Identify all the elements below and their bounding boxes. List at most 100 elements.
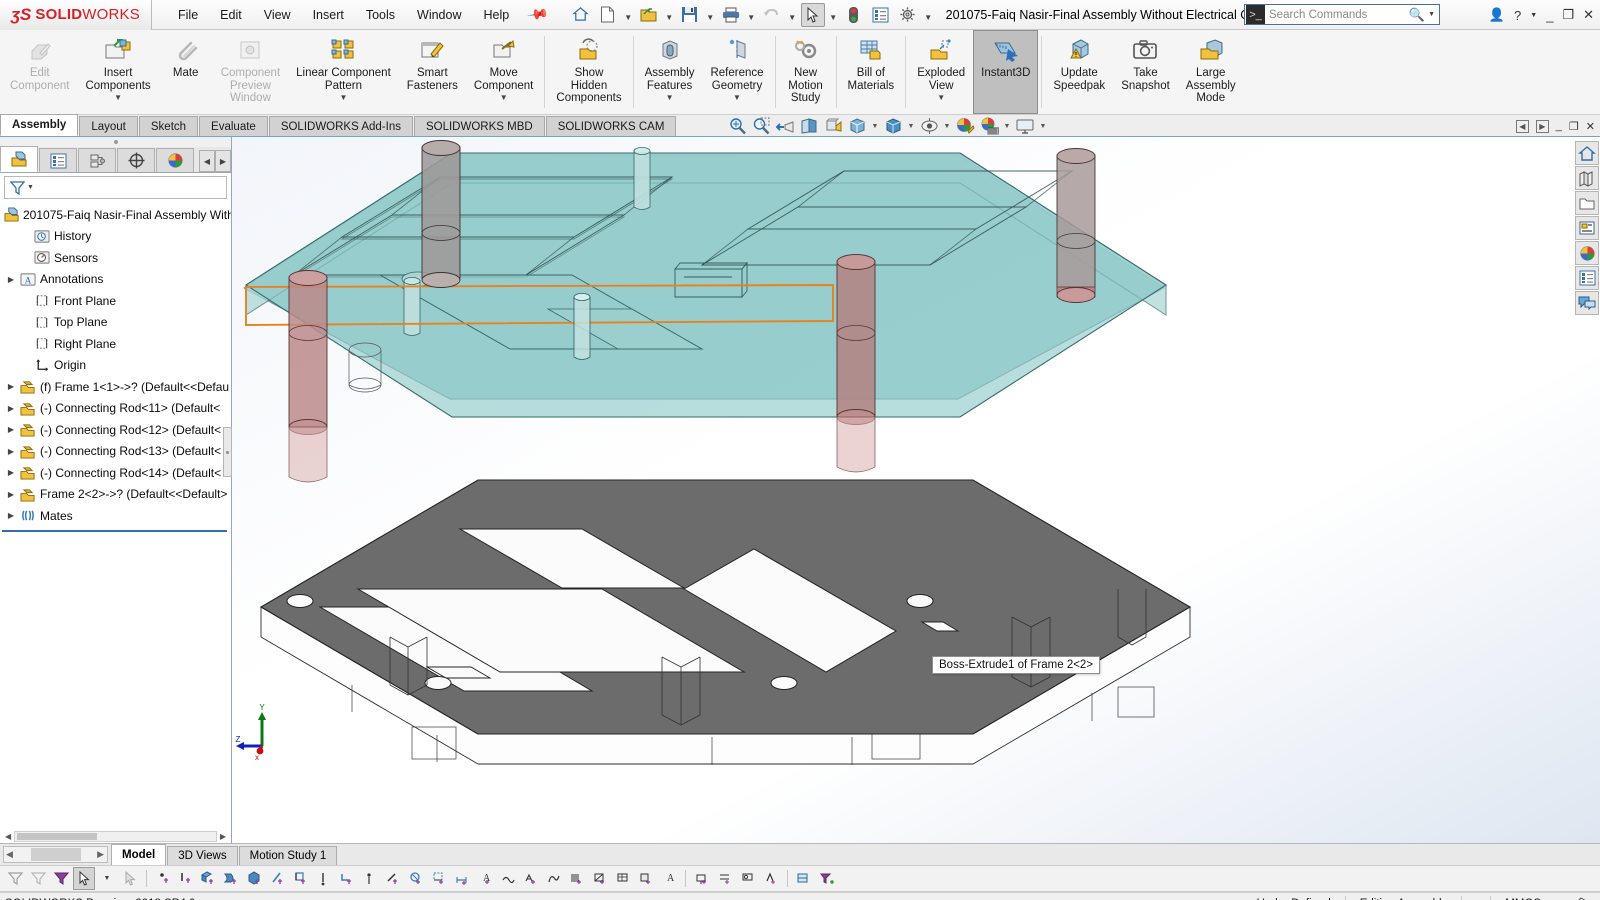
ribbon-reference-geometry[interactable]: Reference Geometry ▼: [702, 30, 771, 114]
tab-solidworks-addins[interactable]: SOLIDWORKS Add-Ins: [268, 116, 413, 136]
select-caret-icon[interactable]: ▼: [96, 867, 118, 890]
bottom-tab-3d-views[interactable]: 3D Views: [167, 846, 238, 865]
graphics-viewport[interactable]: Boss-Extrude1 of Frame 2<2>: [232, 137, 1600, 843]
axis-icon[interactable]: [267, 867, 289, 890]
comments-icon[interactable]: [1575, 291, 1599, 315]
new-document-caret-icon[interactable]: ▼: [623, 4, 634, 26]
tab-scroll-arrows[interactable]: ◀ ▶: [199, 150, 231, 172]
menu-item-window[interactable]: Window: [417, 8, 461, 22]
linear-component-pattern-caret-icon[interactable]: ▼: [340, 93, 348, 102]
next-pane-icon[interactable]: ▶: [1535, 119, 1549, 133]
view-cube-caret-icon[interactable]: ▼: [906, 116, 916, 137]
surface-finish-icon[interactable]: [760, 867, 782, 890]
help-caret-icon[interactable]: ▼: [1530, 12, 1537, 19]
ribbon-new-motion-study[interactable]: New Motion Study: [779, 30, 833, 114]
tab-layout[interactable]: Layout: [79, 116, 138, 136]
ribbon-take-snapshot[interactable]: Take Snapshot: [1113, 30, 1178, 114]
ribbon-smart-fasteners[interactable]: Smart Fasteners: [399, 30, 466, 114]
tree-item-annotations[interactable]: ▶ A Annotations: [0, 269, 231, 291]
ribbon-move-component[interactable]: Move Component ▼: [466, 30, 541, 114]
tree-arrow[interactable]: ▶: [4, 490, 18, 499]
face-plane-icon[interactable]: [198, 867, 220, 890]
search-magnifier-icon[interactable]: 🔍: [1409, 7, 1425, 23]
bottom-tab-motion-study[interactable]: Motion Study 1: [238, 846, 338, 865]
display-pane-icon[interactable]: [1575, 166, 1599, 190]
search-input[interactable]: Search Commands: [1269, 9, 1409, 21]
tree-filter-bar[interactable]: ▼: [4, 176, 227, 199]
hatch-icon[interactable]: [589, 867, 611, 890]
tree-item-connecting-rod-14[interactable]: ▶ (-) Connecting Rod<14> (Default<: [0, 462, 231, 484]
open-folder-icon[interactable]: [637, 3, 661, 27]
tree-arrow[interactable]: ▶: [4, 275, 18, 284]
ribbon-edit-component[interactable]: Edit Component: [2, 30, 77, 114]
menu-item-tools[interactable]: Tools: [366, 8, 395, 22]
property-manager-tab[interactable]: [39, 148, 77, 172]
ribbon-large-assembly-mode[interactable]: Large Assembly Mode: [1178, 30, 1244, 114]
configuration-manager-tab[interactable]: [78, 148, 116, 172]
open-folder-caret-icon[interactable]: ▼: [664, 4, 675, 26]
menu-item-view[interactable]: View: [264, 8, 291, 22]
select-cursor-icon[interactable]: [73, 867, 95, 890]
ribbon-assembly-features[interactable]: Assembly Features ▼: [637, 30, 703, 114]
tree-arrow[interactable]: ▶: [4, 511, 18, 520]
tree-item-frame-1[interactable]: ▶ (f) Frame 1<1>->? (Default<<Defau: [0, 376, 231, 398]
overlay-icon[interactable]: [1573, 895, 1594, 900]
sketch-dim-icon[interactable]: [405, 867, 427, 890]
custom-properties-icon[interactable]: [1575, 266, 1599, 290]
surface-icon[interactable]: [221, 867, 243, 890]
appearances-sphere-icon[interactable]: [1575, 241, 1599, 265]
dimxpert-manager-tab[interactable]: [117, 148, 155, 172]
undo-caret-icon[interactable]: ▼: [787, 4, 798, 26]
plane-ref-icon[interactable]: [290, 867, 312, 890]
filter-all-icon[interactable]: [4, 867, 26, 890]
restore-icon[interactable]: ❐: [1562, 7, 1574, 23]
filter-toggle-icon[interactable]: [816, 867, 838, 890]
tree-item-history[interactable]: History: [0, 226, 231, 248]
tree-item-assembly-root[interactable]: 201075-Faiq Nasir-Final Assembly Witho: [0, 204, 231, 226]
curve-icon[interactable]: [543, 867, 565, 890]
save-caret-icon[interactable]: ▼: [705, 4, 716, 26]
scroll-left-icon[interactable]: ◀: [2, 832, 14, 841]
prev-pane-icon[interactable]: ◀: [1515, 119, 1529, 133]
gear-caret-icon[interactable]: ▼: [923, 4, 934, 26]
feature-manager-tree-tab[interactable]: [0, 146, 38, 172]
bottom-tab-model[interactable]: Model: [111, 844, 167, 865]
home-icon[interactable]: [569, 3, 593, 27]
tab-scroll-right-icon[interactable]: ▶: [215, 150, 231, 172]
solid-body-icon[interactable]: [244, 867, 266, 890]
zoom-to-fit-icon[interactable]: [726, 116, 748, 137]
tab-solidworks-mbd[interactable]: SOLIDWORKS MBD: [413, 116, 545, 136]
ribbon-show-hidden-components[interactable]: Show Hidden Components: [548, 30, 629, 114]
tree-arrow[interactable]: ▶: [4, 447, 18, 456]
ribbon-exploded-view[interactable]: Exploded View ▼: [909, 30, 973, 114]
scroll-right-icon[interactable]: ▶: [217, 832, 229, 841]
tree-scrollbar[interactable]: [14, 830, 217, 842]
apply-scene-icon[interactable]: [978, 116, 1000, 137]
insert-components-caret-icon[interactable]: ▼: [114, 93, 122, 102]
restore-doc-icon[interactable]: ❐: [1569, 120, 1579, 133]
undo-icon[interactable]: [760, 3, 784, 27]
tree-arrow[interactable]: ▶: [4, 382, 18, 391]
ribbon-linear-component-pattern[interactable]: Linear Component Pattern ▼: [288, 30, 399, 114]
hide-show-items-caret-icon[interactable]: ▼: [942, 116, 952, 137]
exploded-view-caret-icon[interactable]: ▼: [937, 93, 945, 102]
feature-manager-tabs[interactable]: ◀ ▶: [0, 146, 231, 173]
display-style-icon[interactable]: [846, 116, 868, 137]
tree-arrow[interactable]: ▶: [4, 468, 18, 477]
ribbon-insert-components[interactable]: Insert Components ▼: [77, 30, 158, 114]
ribbon-bill-of-materials[interactable]: Bill of Materials: [840, 30, 903, 114]
tree-item-origin[interactable]: Origin: [0, 355, 231, 377]
close-icon[interactable]: ✕: [1583, 7, 1594, 23]
edit-appearance-icon[interactable]: [954, 116, 976, 137]
apply-scene-caret-icon[interactable]: ▼: [1002, 116, 1012, 137]
view-settings-icon[interactable]: [1014, 116, 1036, 137]
view-cube-icon[interactable]: [882, 116, 904, 137]
tabs-scroll-left-icon[interactable]: ◀: [4, 849, 13, 860]
annotation-icon[interactable]: A: [474, 867, 496, 890]
tree-arrow[interactable]: ▶: [4, 404, 18, 413]
select-other-icon[interactable]: [119, 867, 141, 890]
save-icon[interactable]: [678, 3, 702, 27]
select-cursor-icon[interactable]: [800, 2, 825, 27]
block-icon[interactable]: [635, 867, 657, 890]
reference-geometry-caret-icon[interactable]: ▼: [733, 93, 741, 102]
